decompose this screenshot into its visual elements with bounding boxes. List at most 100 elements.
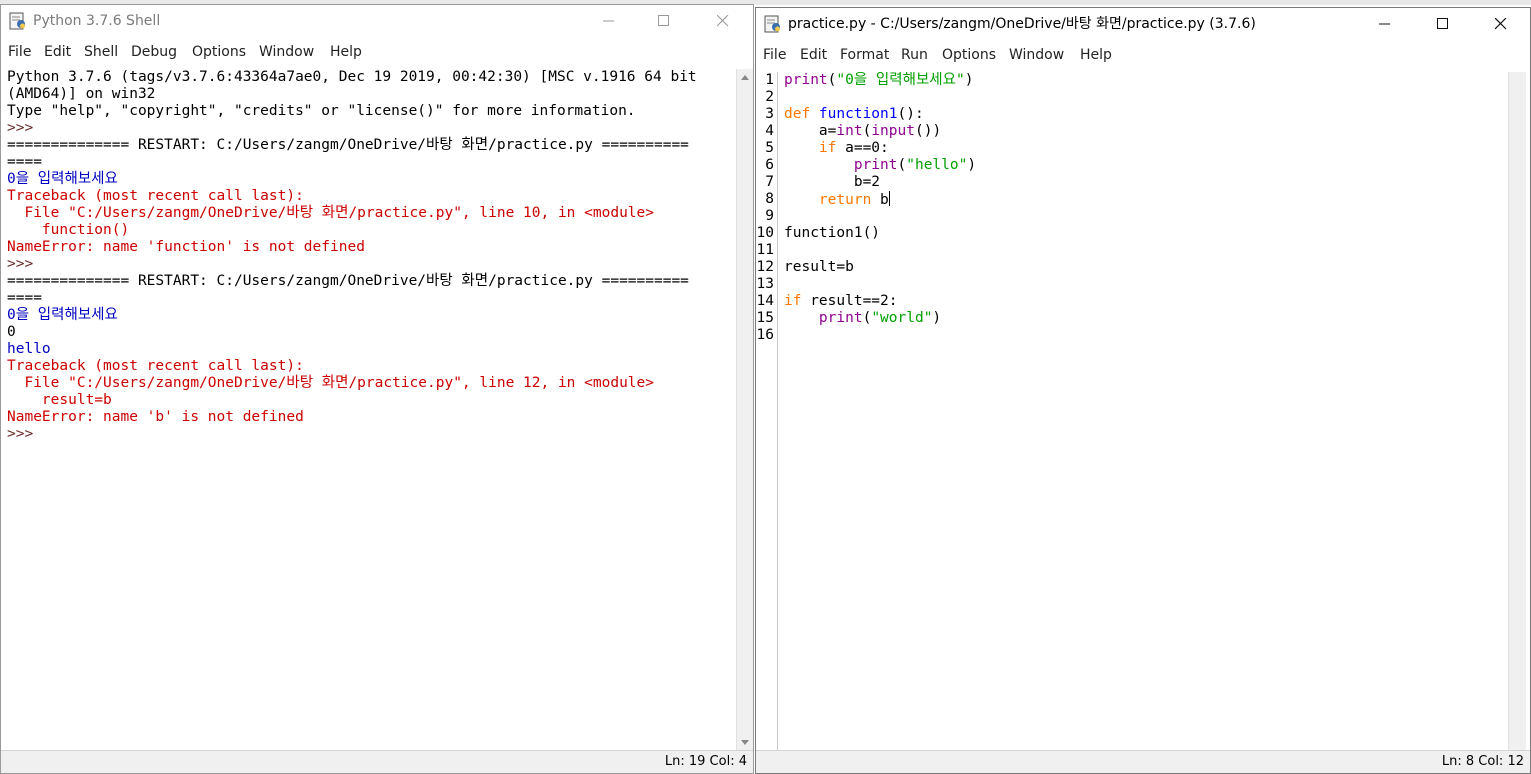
code-token: a==0: [836,140,889,156]
shell-line: ==== [7,290,42,306]
line-number: 12 [756,259,774,275]
minimize-button[interactable] [586,5,632,37]
code-line: def function1(): [784,106,1504,123]
code-line: b=2 [784,174,1504,191]
python-file-icon [764,15,782,33]
shell-line: Type "help", "copyright", "credits" or "… [7,103,636,119]
line-number-gutter: 1 2 3 4 5 6 7 8 9 10 11 12 13 14 15 16 [756,72,778,752]
shell-line: Traceback (most recent call last): [7,358,304,374]
code-token: "world" [871,310,933,326]
menu-debug[interactable]: Debug [131,41,177,63]
shell-line: ==== [7,154,42,170]
code-line: function1() [784,225,1504,242]
code-token: b [871,192,889,208]
shell-line: hello [7,341,51,357]
shell-menubar: File Edit Shell Debug Options Window Hel… [1,41,753,63]
menu-format[interactable]: Format [840,44,889,66]
editor-menubar: File Edit Format Run Options Window Help [756,44,1530,66]
menu-options[interactable]: Options [942,44,996,66]
editor-vertical-scrollbar[interactable] [1508,72,1526,752]
shell-line: >>> [7,426,42,442]
line-number: 3 [765,106,774,122]
shell-line: NameError: name 'function' is not define… [7,239,365,255]
code-editor-text[interactable]: print("0을 입력해보세요") def function1(): a=int… [784,72,1504,752]
shell-line: 0 [7,324,16,340]
minimize-icon [1379,23,1390,25]
scroll-down-icon[interactable] [741,740,749,745]
menu-file[interactable]: File [763,44,786,66]
line-number: 6 [765,157,774,173]
menu-run[interactable]: Run [901,44,928,66]
menu-edit[interactable]: Edit [800,44,827,66]
code-line: print("world") [784,310,1504,327]
close-icon [1495,18,1507,30]
code-token: ( [897,157,907,173]
code-line: return b [784,191,1504,208]
menu-help[interactable]: Help [330,41,362,63]
line-number: 1 [765,72,774,88]
shell-vertical-scrollbar[interactable] [736,69,753,751]
code-token: result==2: [801,293,898,309]
code-token: (): [897,106,924,122]
shell-line: (AMD64)] on win32 [7,86,156,102]
code-line: print("hello") [784,157,1504,174]
line-number: 2 [765,89,774,105]
menu-shell[interactable]: Shell [84,41,118,63]
code-token: int [836,123,863,139]
close-button[interactable] [700,5,746,37]
code-line: print("0을 입력해보세요") [784,72,1504,89]
code-token: b=2 [784,174,881,190]
line-number: 7 [765,174,774,190]
shell-line: File "C:/Users/zangm/OneDrive/바탕 화면/prac… [7,205,654,221]
menu-window[interactable]: Window [1009,44,1064,66]
close-button[interactable] [1478,8,1524,40]
code-token: ) [932,310,942,326]
text-cursor [888,191,890,206]
code-token: ()) [914,123,942,139]
code-token: def [784,106,819,122]
maximize-icon [1437,18,1448,29]
code-token: if [784,293,802,309]
code-token: ( [862,310,872,326]
menu-options[interactable]: Options [192,41,246,63]
code-token: "hello" [906,157,968,173]
line-number: 15 [756,310,774,326]
shell-line: ============== RESTART: C:/Users/zangm/O… [7,273,689,289]
code-token: "0을 입력해보세요" [836,72,965,88]
menu-help[interactable]: Help [1080,44,1112,66]
code-token: if [818,140,837,156]
maximize-button[interactable] [641,5,687,37]
code-token: print [818,310,863,326]
shell-line: File "C:/Users/zangm/OneDrive/바탕 화면/prac… [7,375,654,391]
line-number: 14 [756,293,774,309]
code-line: if result==2: [784,293,1504,310]
menu-window[interactable]: Window [259,41,314,63]
code-token: ) [964,72,974,88]
code-line: a=int(input()) [784,123,1504,140]
shell-output-text[interactable]: Python 3.7.6 (tags/v3.7.6:43364a7ae0, De… [7,69,733,749]
menu-edit[interactable]: Edit [44,41,71,63]
code-token: print [853,157,898,173]
code-token: ) [967,157,977,173]
minimize-button[interactable] [1362,8,1408,40]
editor-window: practice.py - C:/Users/zangm/OneDrive/바탕… [755,7,1531,774]
line-number: 9 [765,208,774,224]
maximize-button[interactable] [1420,8,1466,40]
line-number: 16 [756,327,774,343]
menu-file[interactable]: File [8,41,31,63]
maximize-icon [658,15,669,26]
shell-titlebar[interactable]: Python 3.7.6 Shell [1,5,753,37]
line-number: 11 [756,242,774,258]
editor-titlebar[interactable]: practice.py - C:/Users/zangm/OneDrive/바탕… [756,8,1530,40]
shell-line: 0을 입력해보세요 [7,171,118,187]
scroll-up-icon[interactable] [741,75,749,80]
line-number: 8 [765,191,774,207]
shell-title: Python 3.7.6 Shell [33,13,161,29]
minimize-icon [603,20,614,22]
